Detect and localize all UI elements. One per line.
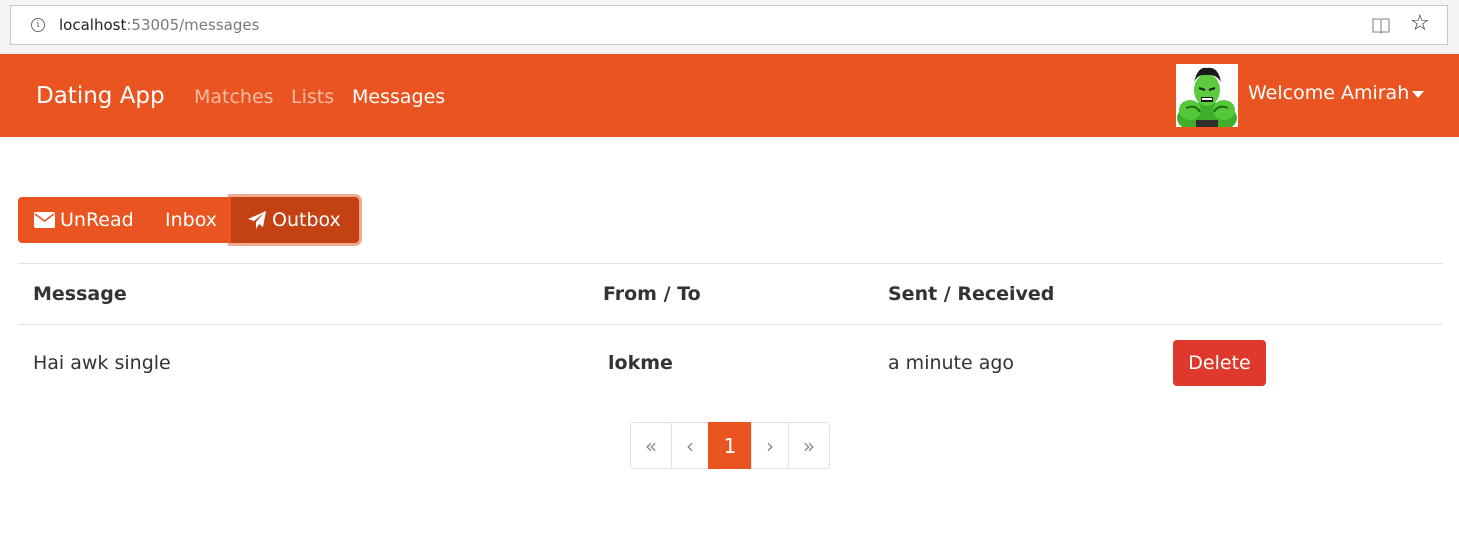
favorite-star-icon[interactable]: ☆: [1410, 11, 1430, 37]
previous-page-button[interactable]: ‹: [671, 422, 709, 469]
header-message: Message: [33, 283, 127, 305]
outbox-label: Outbox: [272, 209, 341, 231]
last-page-button[interactable]: »: [788, 422, 830, 469]
navbar: Dating App Matches Lists Messages Welcom…: [0, 54, 1459, 137]
header-from-to: From / To: [603, 283, 701, 305]
delete-button[interactable]: Delete: [1173, 340, 1266, 386]
page-1-button[interactable]: 1: [708, 422, 752, 469]
unread-button[interactable]: UnRead: [18, 197, 148, 243]
inbox-label: Inbox: [165, 209, 217, 231]
first-page-button[interactable]: «: [630, 422, 672, 469]
recipient-name: lokme: [608, 352, 673, 374]
info-icon[interactable]: i: [31, 18, 45, 32]
next-page-button[interactable]: ›: [751, 422, 789, 469]
outbox-button[interactable]: Outbox: [231, 197, 359, 243]
reading-view-icon[interactable]: [1371, 15, 1391, 35]
paper-plane-icon: [248, 211, 266, 229]
url-path: :53005/messages: [126, 16, 260, 34]
sent-time: a minute ago: [888, 352, 1015, 374]
message-filter-group: UnRead Inbox Outbox: [18, 197, 359, 243]
url-text[interactable]: localhost:53005/messages: [59, 16, 259, 34]
address-bar[interactable]: i localhost:53005/messages ☆: [10, 5, 1448, 45]
user-menu-toggle[interactable]: Welcome Amirah: [1248, 82, 1409, 104]
envelope-icon: [34, 212, 55, 228]
url-host: localhost: [59, 16, 127, 34]
nav-link-lists[interactable]: Lists: [291, 86, 334, 108]
header-sent-received: Sent / Received: [888, 283, 1055, 305]
nav-link-matches[interactable]: Matches: [194, 86, 274, 108]
brand-link[interactable]: Dating App: [36, 83, 165, 109]
table-header-divider: [18, 324, 1443, 325]
browser-toolbar: i localhost:53005/messages ☆: [0, 0, 1459, 54]
message-content: Hai awk single: [33, 352, 171, 374]
nav-link-messages[interactable]: Messages: [352, 86, 445, 108]
avatar[interactable]: [1176, 64, 1238, 127]
caret-down-icon[interactable]: [1412, 91, 1424, 98]
inbox-button[interactable]: Inbox: [148, 197, 231, 243]
table-top-divider: [18, 263, 1443, 264]
unread-label: UnRead: [60, 209, 134, 231]
avatar-hulk-image: [1176, 64, 1238, 127]
pagination: « ‹ 1 › »: [630, 422, 830, 469]
